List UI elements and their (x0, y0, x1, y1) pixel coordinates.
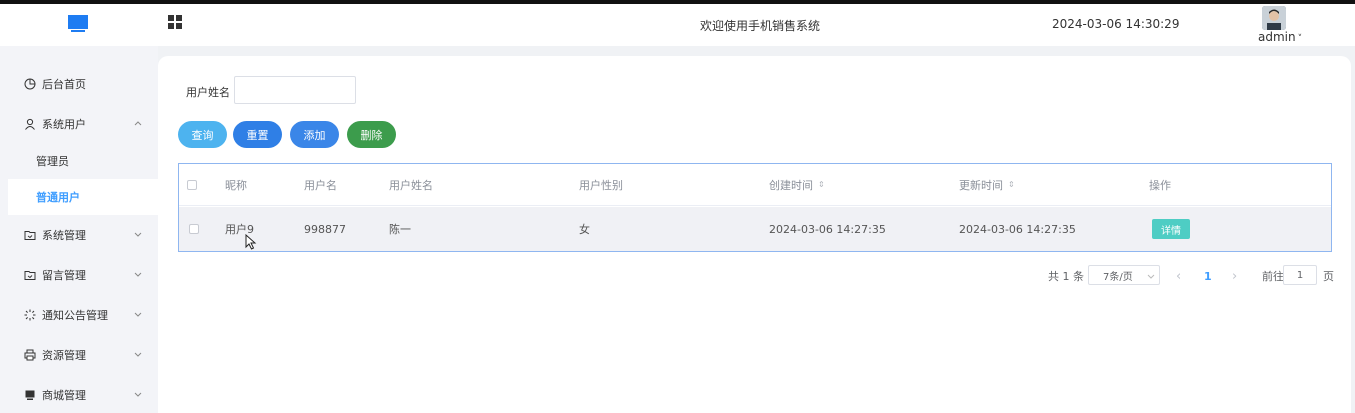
chevron-down-icon (134, 272, 142, 277)
column-header-label: 创建时间 (769, 178, 813, 192)
sidebar: 后台首页 系统用户 管理员 普通用户 系统管理 留言管理 通知公告管理 资源管理… (0, 46, 158, 413)
table-row[interactable]: 用户9 998877 陈一 女 2024-03-06 14:27:35 2024… (179, 207, 1331, 251)
user-menu[interactable]: admin ˅ (1258, 30, 1302, 44)
mouse-cursor-icon (245, 234, 257, 250)
select-all-checkbox[interactable] (187, 164, 197, 205)
cell-username: 998877 (304, 222, 346, 236)
query-button[interactable]: 查询 (178, 121, 227, 148)
cell-gender: 女 (579, 223, 590, 236)
sidebar-item-label: 系统用户 (42, 118, 86, 131)
sidebar-item-system-management[interactable]: 系统管理 (0, 216, 158, 254)
cell-created: 2024-03-06 14:27:35 (769, 222, 886, 236)
cell-updated: 2024-03-06 14:27:35 (959, 222, 1076, 236)
next-page-button[interactable]: › (1232, 265, 1237, 287)
sidebar-subitem-admin[interactable]: 管理员 (8, 143, 158, 179)
avatar-portrait-icon (1262, 6, 1286, 30)
loading-icon (24, 309, 36, 321)
folder-icon (24, 231, 36, 240)
users-table: 昵称 用户名 用户姓名 用户性别 创建时间 ⇕ 更新时间 ⇕ 操作 用户9 9988… (178, 163, 1332, 252)
sidebar-subitem-normal-user[interactable]: 普通用户 (8, 179, 158, 215)
prev-page-button[interactable]: ‹ (1176, 265, 1181, 287)
sidebar-item-label: 后台首页 (42, 78, 86, 91)
column-header-created[interactable]: 创建时间 ⇕ (769, 164, 825, 205)
column-header-name: 用户姓名 (389, 178, 433, 192)
chevron-down-icon: ˅ (1297, 34, 1303, 44)
site-title: 欢迎使用手机销售系统 (699, 19, 820, 33)
goto-page-input[interactable] (1283, 265, 1317, 285)
chevron-down-icon (134, 392, 142, 397)
sort-icon[interactable]: ⇕ (818, 180, 825, 189)
chevron-down-icon (1147, 274, 1155, 279)
sidebar-item-message-management[interactable]: 留言管理 (0, 256, 158, 294)
sort-icon[interactable]: ⇕ (1008, 180, 1015, 189)
detail-button[interactable]: 详情 (1152, 219, 1190, 239)
column-header-label: 更新时间 (959, 178, 1003, 192)
user-name-search-input[interactable] (234, 76, 356, 104)
sidebar-item-mall-management[interactable]: 商城管理 (0, 376, 158, 413)
folder-icon (24, 271, 36, 280)
table-header: 昵称 用户名 用户姓名 用户性别 创建时间 ⇕ 更新时间 ⇕ 操作 (179, 164, 1331, 206)
column-header-gender: 用户性别 (579, 178, 623, 192)
grid-menu-icon[interactable] (168, 15, 182, 29)
avatar[interactable] (1262, 6, 1286, 30)
cell-actions: 详情 (1152, 207, 1190, 251)
chevron-down-icon (134, 232, 142, 237)
monitor-logo-icon[interactable] (67, 13, 89, 35)
printer-icon (24, 349, 36, 361)
sidebar-item-label: 资源管理 (42, 349, 86, 362)
page-suffix-label: 页 (1323, 270, 1334, 283)
column-header-username: 用户名 (304, 178, 337, 192)
column-header-nickname: 昵称 (225, 178, 247, 192)
add-button[interactable]: 添加 (290, 121, 339, 148)
chevron-down-icon (134, 352, 142, 357)
row-checkbox[interactable] (189, 207, 199, 251)
search-label: 用户姓名 (186, 86, 230, 99)
sidebar-item-system-users[interactable]: 系统用户 (0, 105, 158, 143)
checkbox-box (189, 224, 199, 234)
sidebar-item-notice-management[interactable]: 通知公告管理 (0, 296, 158, 334)
goto-label: 前往 (1262, 270, 1284, 283)
chevron-up-icon (134, 121, 142, 126)
sidebar-item-home[interactable]: 后台首页 (0, 65, 158, 103)
sidebar-item-label: 系统管理 (42, 229, 86, 242)
sidebar-item-label: 留言管理 (42, 269, 86, 282)
page-size-value: 7条/页 (1103, 271, 1133, 283)
page-size-select[interactable]: 7条/页 (1088, 265, 1160, 285)
pagination-total: 共 1 条 (1048, 270, 1084, 283)
monitor-icon (25, 390, 35, 400)
column-header-actions: 操作 (1149, 178, 1171, 192)
username: admin (1258, 30, 1296, 44)
sidebar-item-resource-management[interactable]: 资源管理 (0, 336, 158, 374)
reset-button[interactable]: 重置 (233, 121, 282, 148)
chevron-down-icon (134, 312, 142, 317)
main-content: 用户姓名 查询 重置 添加 删除 昵称 用户名 用户姓名 用户性别 创建时间 ⇕ … (158, 56, 1351, 413)
clock-pie-icon (24, 78, 36, 90)
current-datetime: 2024-03-06 14:30:29 (1052, 17, 1180, 31)
person-icon (25, 118, 35, 130)
page-number-current[interactable]: 1 (1204, 265, 1212, 287)
top-header: 欢迎使用手机销售系统 2024-03-06 14:30:29 admin ˅ (0, 4, 1355, 46)
delete-button[interactable]: 删除 (347, 121, 396, 148)
cell-name: 陈一 (389, 223, 411, 236)
checkbox-box (187, 179, 197, 190)
sidebar-item-label: 商城管理 (42, 389, 86, 402)
sidebar-item-label: 通知公告管理 (42, 309, 108, 322)
column-header-updated[interactable]: 更新时间 ⇕ (959, 164, 1015, 205)
